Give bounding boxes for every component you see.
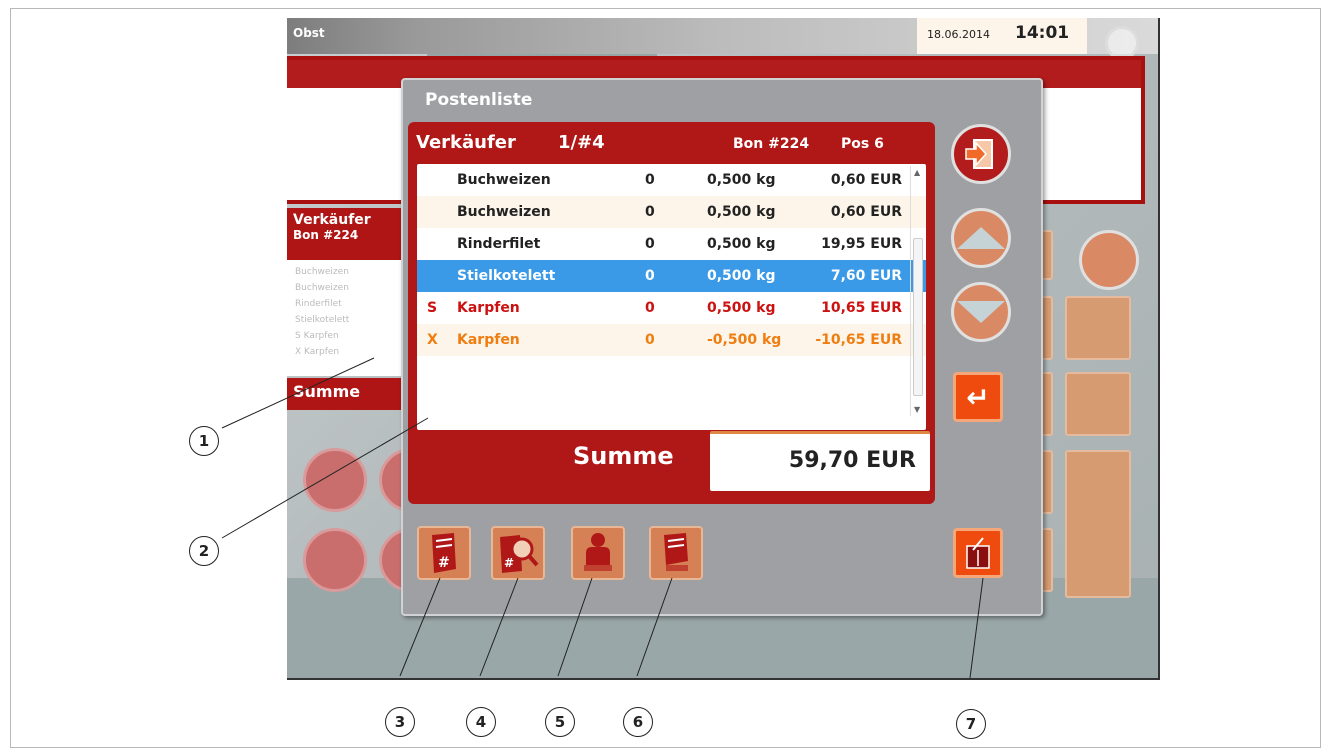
hand-icon (1065, 296, 1131, 360)
row-weight: -0,500 kg (707, 332, 782, 348)
background-bon: Bon #224 (293, 228, 359, 242)
callout-6: 6 (623, 707, 653, 737)
row-price: 19,95 EUR (821, 236, 902, 252)
list-item: Buchweizen (295, 267, 349, 277)
row-price: 0,60 EUR (830, 204, 902, 220)
seller-number: 1/#4 (558, 132, 605, 153)
table-row[interactable]: Buchweizen 0 0,500 kg 0,60 EUR (417, 164, 926, 196)
background-exit-icon (1079, 230, 1139, 290)
list-item: S Karpfen (295, 331, 339, 341)
row-qty: 0 (645, 236, 655, 252)
receipt-search-button[interactable]: # (491, 526, 545, 580)
time: 14:01 (1015, 23, 1070, 43)
position-count: Pos 6 (841, 136, 884, 152)
list-item: X Karpfen (295, 347, 340, 357)
scroll-up-button[interactable] (951, 208, 1011, 268)
receipt-copy-icon (664, 533, 688, 571)
exit-door-icon (965, 139, 993, 169)
seller-icon (584, 533, 612, 571)
row-name: Stielkotelett (457, 268, 556, 284)
enter-icon: ↵ (966, 380, 990, 414)
sum-label: Summe (573, 442, 674, 470)
row-qty: 0 (645, 332, 655, 348)
receipt-items[interactable]: Buchweizen 0 0,500 kg 0,60 EUR Buchweize… (417, 164, 926, 430)
background-receipt-header: Verkäufer Bon #224 (287, 208, 407, 260)
cancel-receipt-button[interactable] (953, 528, 1003, 578)
dialog-title: Postenliste (425, 90, 533, 110)
callout-7: 7 (956, 709, 986, 739)
row-weight: 0,500 kg (707, 204, 776, 220)
cancel-receipt-icon (966, 537, 990, 569)
background-sum-label: Summe (287, 378, 407, 410)
sum-box: 59,70 EUR (710, 431, 930, 491)
seller-button[interactable] (571, 526, 625, 580)
table-row[interactable]: Buchweizen 0 0,500 kg 0,60 EUR (417, 196, 926, 228)
item-list-dialog: Postenliste Verkäufer 1/#4 Bon #224 Pos … (401, 78, 1043, 616)
wrench-icon (303, 528, 367, 592)
top-bar: Obst 18.06.2014 14:01 (287, 18, 1158, 54)
screen-title: Obst (293, 26, 325, 40)
scroll-up-icon[interactable]: ▲ (914, 168, 920, 177)
callout-4: 4 (466, 707, 496, 737)
callout-3: 3 (385, 707, 415, 737)
enter-button[interactable]: ↵ (953, 372, 1003, 422)
table-row[interactable]: Rinderfilet 0 0,500 kg 19,95 EUR (417, 228, 926, 260)
enter-icon (1065, 450, 1131, 598)
row-price: 10,65 EUR (821, 300, 902, 316)
row-price: 7,60 EUR (830, 268, 902, 284)
row-name: Karpfen (457, 300, 520, 316)
row-name: Buchweizen (457, 172, 551, 188)
receipt-list-panel: Verkäufer 1/#4 Bon #224 Pos 6 Buchweizen… (408, 122, 935, 504)
background-seller-label: Verkäufer (293, 212, 371, 228)
receipt-number-icon: # (432, 533, 456, 573)
row-price: 0,60 EUR (830, 172, 902, 188)
row-qty: 0 (645, 268, 655, 284)
row-flag: S (427, 300, 438, 316)
bon-number: Bon #224 (733, 136, 810, 152)
scroll-thumb[interactable] (913, 238, 923, 396)
callout-5: 5 (545, 707, 575, 737)
table-row-selected[interactable]: Stielkotelett 0 0,500 kg 7,60 EUR (417, 260, 926, 292)
row-weight: 0,500 kg (707, 172, 776, 188)
scrollbar[interactable]: ▲ ▼ (910, 166, 924, 416)
row-name: Karpfen (457, 332, 520, 348)
row-name: Buchweizen (457, 204, 551, 220)
list-item: Buchweizen (295, 283, 349, 293)
arrow-down-icon (957, 301, 1005, 323)
scroll-down-icon[interactable]: ▼ (914, 405, 920, 414)
callout-2: 2 (189, 536, 219, 566)
background-receipt-panel: Verkäufer Bon #224 Buchweizen Buchweizen… (287, 208, 407, 410)
list-item: Stielkotelett (295, 315, 350, 325)
receipt-number-button[interactable]: # (417, 526, 471, 580)
table-row[interactable]: S Karpfen 0 0,500 kg 10,65 EUR (417, 292, 926, 324)
svg-text:#: # (504, 556, 514, 570)
callout-1: 1 (189, 426, 219, 456)
row-name: Rinderfilet (457, 236, 541, 252)
receipt-search-icon: # (500, 535, 539, 573)
background-receipt-list: Buchweizen Buchweizen Rinderfilet Stielk… (287, 260, 407, 376)
row-qty: 0 (645, 204, 655, 220)
receipt-copy-button[interactable] (649, 526, 703, 580)
svg-text:#: # (438, 555, 450, 571)
row-qty: 0 (645, 300, 655, 316)
row-flag: X (427, 332, 438, 348)
minus-icon (1065, 372, 1131, 436)
exit-button[interactable] (951, 124, 1011, 184)
arrow-up-icon (957, 227, 1005, 249)
scroll-down-button[interactable] (951, 282, 1011, 342)
magnifier-icon[interactable] (1105, 26, 1139, 60)
list-item: Rinderfilet (295, 299, 342, 309)
seller-label: Verkäufer (416, 132, 516, 153)
printer-icon (303, 448, 367, 512)
row-price: -10,65 EUR (815, 332, 902, 348)
row-weight: 0,500 kg (707, 300, 776, 316)
sum-value: 59,70 EUR (788, 448, 916, 473)
row-weight: 0,500 kg (707, 268, 776, 284)
table-row[interactable]: X Karpfen 0 -0,500 kg -10,65 EUR (417, 324, 926, 356)
row-weight: 0,500 kg (707, 236, 776, 252)
row-qty: 0 (645, 172, 655, 188)
date: 18.06.2014 (927, 28, 990, 41)
